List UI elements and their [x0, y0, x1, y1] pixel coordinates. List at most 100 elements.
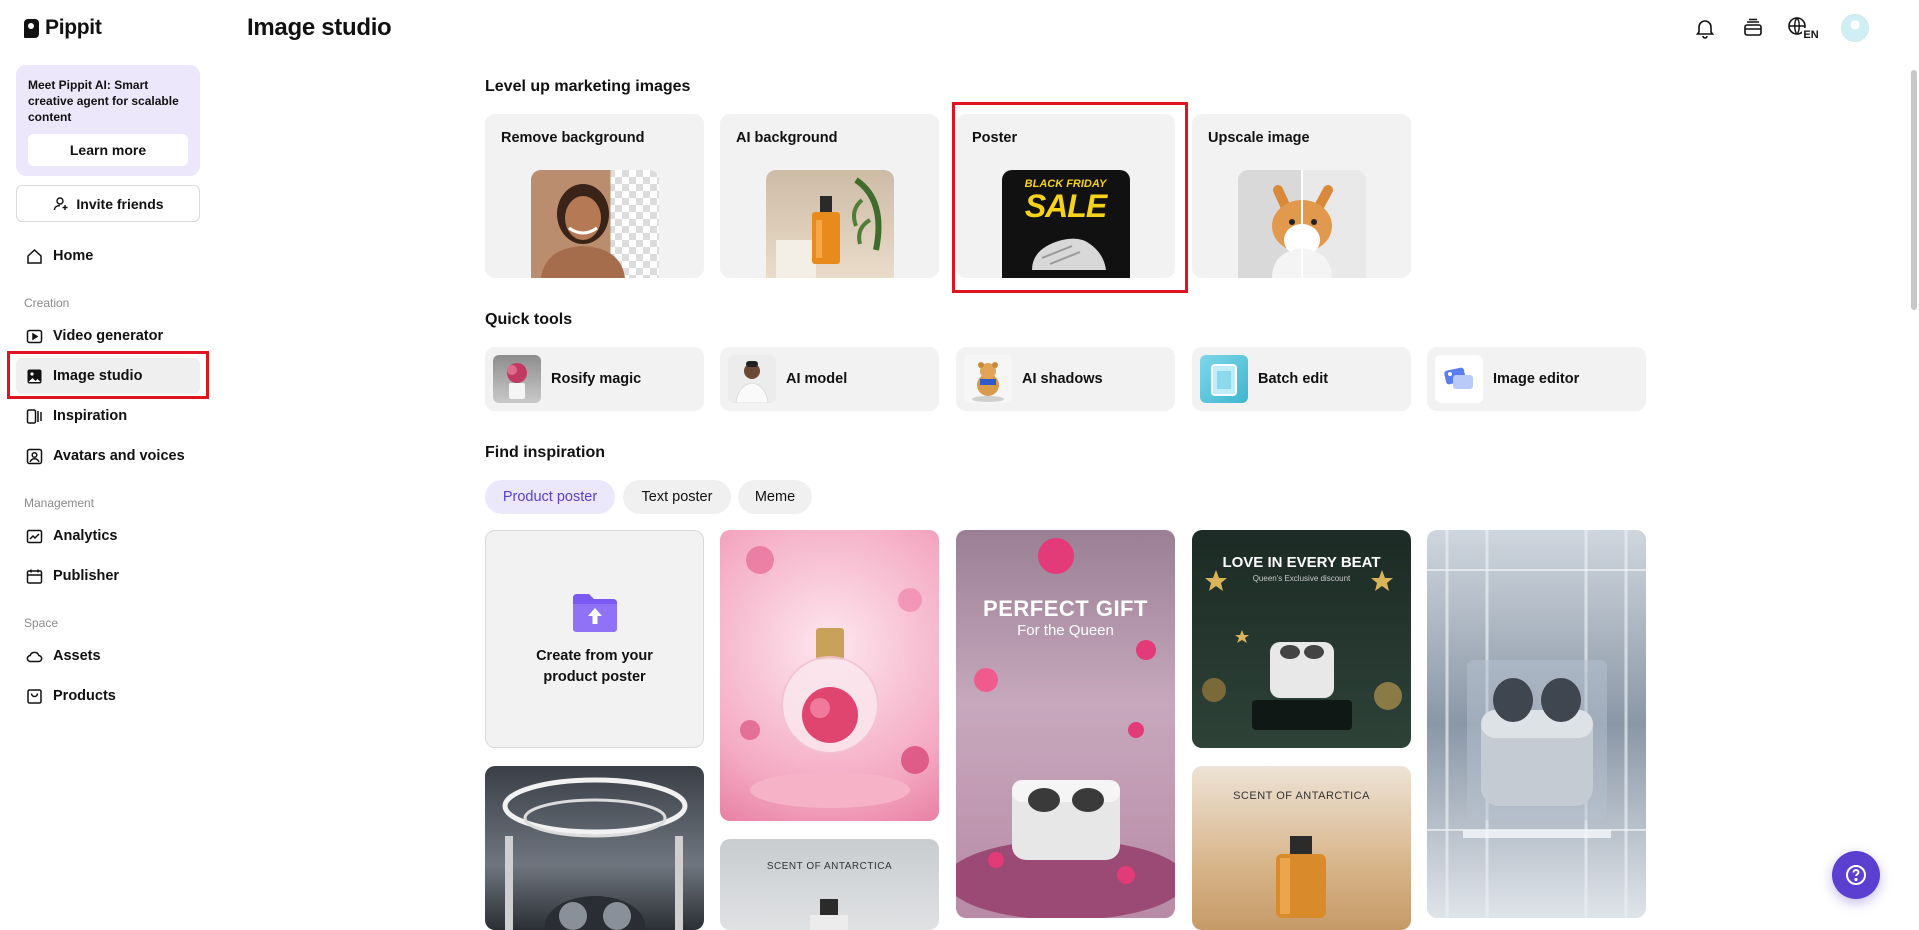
section-title-marketing: Level up marketing images [485, 78, 691, 95]
chip-meme[interactable]: Meme [738, 480, 812, 514]
app-root: Pippit Meet Pippit AI: Smart creative ag… [0, 0, 1919, 930]
feature-card-label: Remove background [501, 130, 645, 146]
inspiration-poster-scent-antarctica-small[interactable]: SCENT OF ANTARCTICA [720, 839, 939, 930]
chip-text-poster[interactable]: Text poster [623, 480, 731, 514]
sidebar-item-products[interactable]: Products [16, 678, 200, 714]
bell-icon[interactable] [1691, 14, 1719, 42]
feature-card-label: Poster [972, 130, 1018, 146]
question-icon [1846, 865, 1866, 885]
batch-stack-icon [1211, 364, 1237, 396]
batch-edit-thumbnail [1200, 355, 1248, 403]
tool-label: Rosify magic [551, 371, 642, 387]
language-globe-icon[interactable]: EN [1787, 14, 1821, 42]
tool-card-image-editor[interactable]: Image editor [1427, 347, 1646, 411]
credits-icon[interactable] [1739, 14, 1767, 42]
rosify-thumbnail [493, 355, 541, 403]
sidebar-item-video-generator[interactable]: Video generator [16, 318, 200, 354]
sneaker-icon [1031, 238, 1106, 270]
amber-perfume-icon [1276, 836, 1326, 918]
sidebar-item-avatars-voices[interactable]: Avatars and voices [16, 438, 200, 474]
section-space: Space [24, 616, 59, 630]
feature-card-poster[interactable]: Poster BLACK FRIDAY SALE [956, 114, 1175, 278]
inspiration-icon [25, 407, 43, 425]
page-scrollbar[interactable] [1911, 70, 1917, 310]
image-editor-icon [1444, 367, 1473, 389]
inspiration-poster-earbuds-ring[interactable] [485, 766, 704, 930]
section-title-inspiration: Find inspiration [485, 444, 605, 461]
tool-card-ai-shadows[interactable]: AI shadows [956, 347, 1175, 411]
feature-card-remove-background[interactable]: Remove background [485, 114, 704, 278]
sidebar-item-assets[interactable]: Assets [16, 638, 200, 674]
teddy-bear-icon [972, 362, 1004, 402]
tool-card-rosify-magic[interactable]: Rosify magic [485, 347, 704, 411]
invite-friends-label: Invite friends [76, 195, 164, 212]
product-bag-icon [25, 687, 43, 705]
tool-label: AI shadows [1022, 371, 1103, 387]
image-editor-thumbnail [1435, 355, 1483, 403]
tool-label: Batch edit [1258, 371, 1329, 387]
light-ring-earbuds-icon [502, 777, 688, 930]
sidebar-item-label: Video generator [53, 328, 164, 344]
inspiration-poster-pink-perfume[interactable] [720, 530, 939, 821]
feature-card-label: Upscale image [1208, 130, 1310, 146]
poster-love-beat-subtitle: Queen's Exclusive discount [1252, 574, 1351, 583]
sidebar-item-inspiration[interactable]: Inspiration [16, 398, 200, 434]
sidebar: Pippit Meet Pippit AI: Smart creative ag… [0, 0, 210, 930]
language-code: EN [1803, 29, 1818, 40]
petals-earbuds-icon [956, 538, 1175, 918]
rose-vase-icon [507, 363, 527, 399]
ai-model-thumbnail [728, 355, 776, 403]
section-creation: Creation [24, 296, 70, 310]
section-title-quick-tools: Quick tools [485, 311, 573, 328]
app-name: Pippit [45, 16, 102, 39]
header-actions: EN [1691, 14, 1869, 42]
glass-cube-earbuds-icon [1427, 530, 1646, 918]
woman-portrait-icon [540, 184, 625, 278]
poster-thumbnail: BLACK FRIDAY SALE [1001, 170, 1130, 278]
upload-folder-icon [572, 594, 617, 632]
upscale-image-thumbnail [1237, 170, 1366, 278]
sidebar-item-analytics[interactable]: Analytics [16, 518, 200, 554]
remove-background-thumbnail [530, 170, 659, 278]
learn-more-button[interactable]: Learn more [28, 134, 188, 166]
feature-card-ai-background[interactable]: AI background [720, 114, 939, 278]
section-management: Management [24, 496, 95, 510]
feature-card-label: AI background [736, 130, 838, 146]
sidebar-item-publisher[interactable]: Publisher [16, 558, 200, 594]
inspiration-poster-love-every-beat[interactable]: LOVE IN EVERY BEAT Queen's Exclusive dis… [1192, 530, 1411, 748]
poster-perfect-gift-title: PERFECT GIFT [983, 596, 1148, 621]
tool-card-ai-model[interactable]: AI model [720, 347, 939, 411]
image-studio-icon [25, 367, 43, 385]
inspiration-poster-perfect-gift[interactable]: PERFECT GIFT For the Queen [956, 530, 1175, 918]
tool-card-batch-edit[interactable]: Batch edit [1192, 347, 1411, 411]
sidebar-item-image-studio[interactable]: Image studio [16, 358, 200, 394]
corgi-dog-icon [1271, 170, 1333, 278]
pippit-logo-icon [24, 18, 39, 38]
ai-background-thumbnail [765, 170, 894, 278]
chip-product-poster[interactable]: Product poster [485, 480, 615, 514]
tool-label: Image editor [1493, 371, 1580, 387]
inspiration-poster-scent-antarctica[interactable]: SCENT OF ANTARCTICA [1192, 766, 1411, 930]
help-button[interactable] [1832, 851, 1880, 899]
inspiration-poster-glass-cube-earbuds[interactable] [1427, 530, 1646, 918]
create-card-text: Create from your product poster [536, 648, 653, 685]
analytics-icon [25, 527, 43, 545]
sidebar-item-label: Publisher [53, 568, 120, 584]
promo-card: Meet Pippit AI: Smart creative agent for… [16, 65, 200, 176]
male-model-icon [735, 361, 769, 403]
create-from-product-poster-card[interactable]: Create from your product poster [485, 530, 704, 748]
invite-friends-button[interactable]: Invite friends [16, 185, 200, 222]
sidebar-item-label: Analytics [53, 528, 118, 544]
promo-text: Meet Pippit AI: Smart creative agent for… [28, 78, 179, 124]
ai-shadows-thumbnail [964, 355, 1012, 403]
perfume-bottle-icon [775, 177, 881, 278]
feature-card-upscale-image[interactable]: Upscale image [1192, 114, 1411, 278]
sidebar-item-label: Home [53, 248, 94, 264]
add-user-icon [52, 195, 70, 213]
sidebar-item-label: Products [53, 688, 116, 704]
sidebar-item-label: Inspiration [53, 408, 128, 424]
sidebar-item-label: Assets [53, 648, 101, 664]
avatar[interactable] [1841, 14, 1869, 42]
sidebar-item-home[interactable]: Home [16, 238, 200, 274]
app-logo[interactable]: Pippit [24, 16, 102, 40]
